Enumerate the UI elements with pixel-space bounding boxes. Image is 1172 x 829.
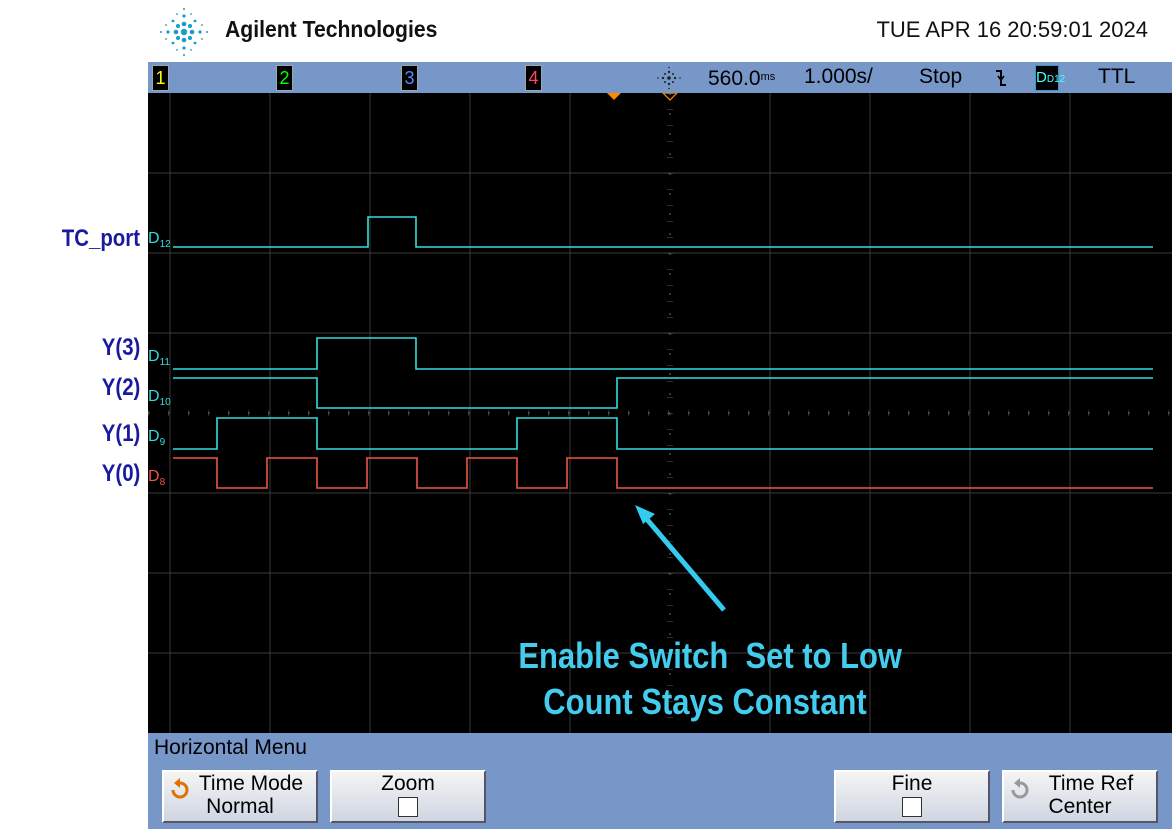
- fine-label: Fine: [891, 772, 933, 795]
- zoom-checkbox[interactable]: [398, 797, 418, 817]
- signal-labels: TC_port Y(3) Y(2) Y(1) Y(0): [0, 93, 148, 733]
- signal-label-y1: Y(1): [101, 420, 140, 447]
- timebase-readout: 1.000s/: [804, 65, 873, 88]
- annotation-text: Enable Switch Set to Low Count Stays Con…: [518, 633, 902, 725]
- waveform-d11: [173, 337, 1153, 370]
- signal-label-y3: Y(3): [101, 334, 140, 361]
- zoom-softkey[interactable]: Zoom: [330, 770, 486, 823]
- signal-label-y0: Y(0): [101, 460, 140, 487]
- channel-label-d8: D8: [148, 468, 166, 488]
- waveform-d9: [173, 417, 1153, 450]
- trigger-position-marker: [607, 93, 621, 100]
- channel-label-d11: D11: [148, 348, 170, 368]
- trigger-source: DD12: [1035, 65, 1065, 91]
- annotation-line-1: Enable Switch Set to Low: [518, 635, 902, 676]
- title-bar: Agilent Technologies TUE APR 16 20:59:01…: [0, 0, 1172, 62]
- channel-4-indicator[interactable]: 4: [525, 65, 542, 91]
- signal-label-tc-port: TC_port: [61, 225, 140, 252]
- channel-2-indicator[interactable]: 2: [276, 65, 293, 91]
- channel-1-indicator[interactable]: 1: [152, 65, 169, 91]
- annotation-line-2: Count Stays Constant: [543, 681, 867, 722]
- agilent-spark-icon: [160, 8, 208, 56]
- time-mode-softkey[interactable]: Time Mode Normal: [162, 770, 318, 823]
- annotation-arrow: [635, 505, 726, 612]
- status-bar: 1 2 3 4 560.0ms 1.000s/ Stop DD12 TTL: [148, 62, 1172, 93]
- channel-3-indicator[interactable]: 3: [401, 65, 418, 91]
- signal-label-y2: Y(2): [101, 374, 140, 401]
- fine-checkbox[interactable]: [902, 797, 922, 817]
- falling-edge-icon: [996, 70, 1006, 86]
- waveform-d8: [173, 457, 1153, 489]
- zoom-label: Zoom: [381, 772, 435, 795]
- waveform-d10: [173, 377, 1153, 409]
- trigger-level: TTL: [1098, 65, 1136, 88]
- channel-label-d12: D12: [148, 230, 171, 250]
- date-time: TUE APR 16 20:59:01 2024: [876, 17, 1148, 42]
- fine-softkey[interactable]: Fine: [834, 770, 990, 823]
- channel-label-d10: D10: [148, 388, 171, 408]
- brand-name: Agilent Technologies: [225, 16, 438, 42]
- rotate-knob-icon: [171, 778, 189, 799]
- delay-readout: 560.0ms: [708, 67, 776, 90]
- waveform-display[interactable]: D12 D11 D10 D9 D8 Enable Switch Set to L…: [148, 93, 1172, 733]
- waveform-d12: [173, 216, 1153, 248]
- time-ref-softkey[interactable]: Time Ref Center: [1002, 770, 1158, 823]
- run-state: Stop: [919, 65, 963, 88]
- menu-title: Horizontal Menu: [154, 736, 307, 759]
- horizontal-menu: Horizontal Menu Time Mode Normal Zoom Fi…: [148, 733, 1172, 829]
- channel-label-d9: D9: [148, 428, 166, 448]
- trigger-sparkle-icon: [657, 66, 681, 90]
- rotate-knob-icon: [1011, 778, 1029, 799]
